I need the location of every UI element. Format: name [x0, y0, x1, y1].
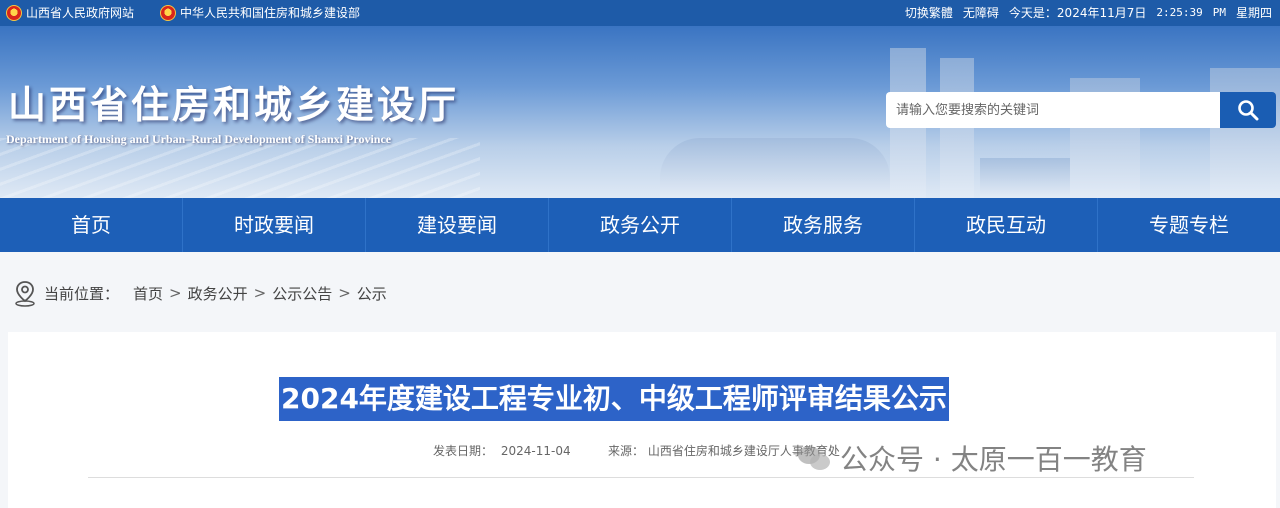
clock-time: 2:25:39 — [1156, 6, 1203, 19]
mohurd-link-label: 中华人民共和国住房和城乡建设部 — [180, 6, 361, 20]
shanxi-gov-link[interactable]: 山西省人民政府网站 — [6, 0, 134, 26]
nav-item-government-services[interactable]: 政务服务 — [732, 198, 915, 252]
emblem-icon — [160, 5, 176, 21]
breadcrumb-government-affairs[interactable]: 政务公开 — [188, 283, 248, 304]
breadcrumb-separator: > — [253, 284, 267, 302]
breadcrumb-separator: > — [338, 284, 351, 302]
breadcrumb-announcements[interactable]: 公示公告 — [272, 283, 332, 304]
clock-ampm: PM — [1212, 6, 1226, 19]
breadcrumb-prefix: 当前位置： — [44, 284, 120, 303]
weekday: 星期四 — [1235, 6, 1272, 20]
nav-item-politics-news[interactable]: 时政要闻 — [183, 198, 366, 252]
article-source-label: 来源： — [608, 444, 645, 458]
header-banner: 山西省住房和城乡建设厅 Department of Housing and Ur… — [0, 26, 1280, 198]
article-date-value: 2024-11-04 — [500, 444, 571, 458]
emblem-icon — [6, 5, 22, 21]
article-date-label: 发表日期： — [433, 444, 494, 458]
wechat-icon — [798, 444, 832, 472]
switch-traditional-link[interactable]: 切换繁體 — [905, 0, 953, 26]
top-bar-right: 切换繁體 无障碍 今天是：2024年11月7日 2:25:39 PM 星期四 — [905, 0, 1272, 26]
nav-item-construction-news[interactable]: 建设要闻 — [366, 198, 549, 252]
banner-building — [660, 138, 890, 198]
search-input[interactable] — [886, 92, 1220, 128]
breadcrumb-current[interactable]: 公示 — [357, 283, 387, 304]
today-date: 今天是：2024年11月7日 — [1008, 6, 1147, 20]
location-pin-icon — [15, 281, 35, 307]
breadcrumb: 当前位置： 首页 > 政务公开 > 公示公告 > 公示 — [12, 278, 387, 308]
site-subtitle: Department of Housing and Urban–Rural De… — [6, 132, 392, 146]
article-date: 发表日期： 2024-11-04 — [433, 442, 571, 459]
banner-pagoda — [1210, 68, 1280, 198]
nav-item-government-affairs[interactable]: 政务公开 — [549, 198, 732, 252]
search-icon — [1238, 100, 1259, 121]
shanxi-gov-link-label: 山西省人民政府网站 — [26, 6, 135, 20]
nav-item-home[interactable]: 首页 — [0, 198, 183, 252]
search-bar — [886, 92, 1276, 128]
accessibility-link[interactable]: 无障碍 — [963, 0, 999, 26]
article-panel: 2024年度建设工程专业初、中级工程师评审结果公示 发表日期： 2024-11-… — [8, 332, 1276, 508]
watermark-text: 公众号 · 太原一百一教育 — [840, 443, 1147, 476]
nav-item-interaction[interactable]: 政民互动 — [915, 198, 1098, 252]
watermark: 公众号 · 太原一百一教育 — [798, 438, 1147, 478]
mohurd-link[interactable]: 中华人民共和国住房和城乡建设部 — [160, 0, 360, 26]
nav-item-special-topics[interactable]: 专题专栏 — [1098, 198, 1280, 252]
search-button[interactable] — [1220, 92, 1276, 128]
main-nav: 首页 时政要闻 建设要闻 政务公开 政务服务 政民互动 专题专栏 — [0, 198, 1280, 252]
banner-road-decoration — [0, 138, 480, 198]
breadcrumb-home[interactable]: 首页 — [133, 283, 163, 304]
breadcrumb-separator: > — [169, 284, 182, 302]
site-title: 山西省住房和城乡建设厅 — [8, 82, 460, 127]
banner-building — [980, 158, 1070, 198]
article-title: 2024年度建设工程专业初、中级工程师评审结果公示 — [279, 377, 949, 421]
banner-building — [940, 58, 974, 198]
top-bar: 山西省人民政府网站 中华人民共和国住房和城乡建设部 切换繁體 无障碍 今天是：2… — [0, 0, 1280, 26]
